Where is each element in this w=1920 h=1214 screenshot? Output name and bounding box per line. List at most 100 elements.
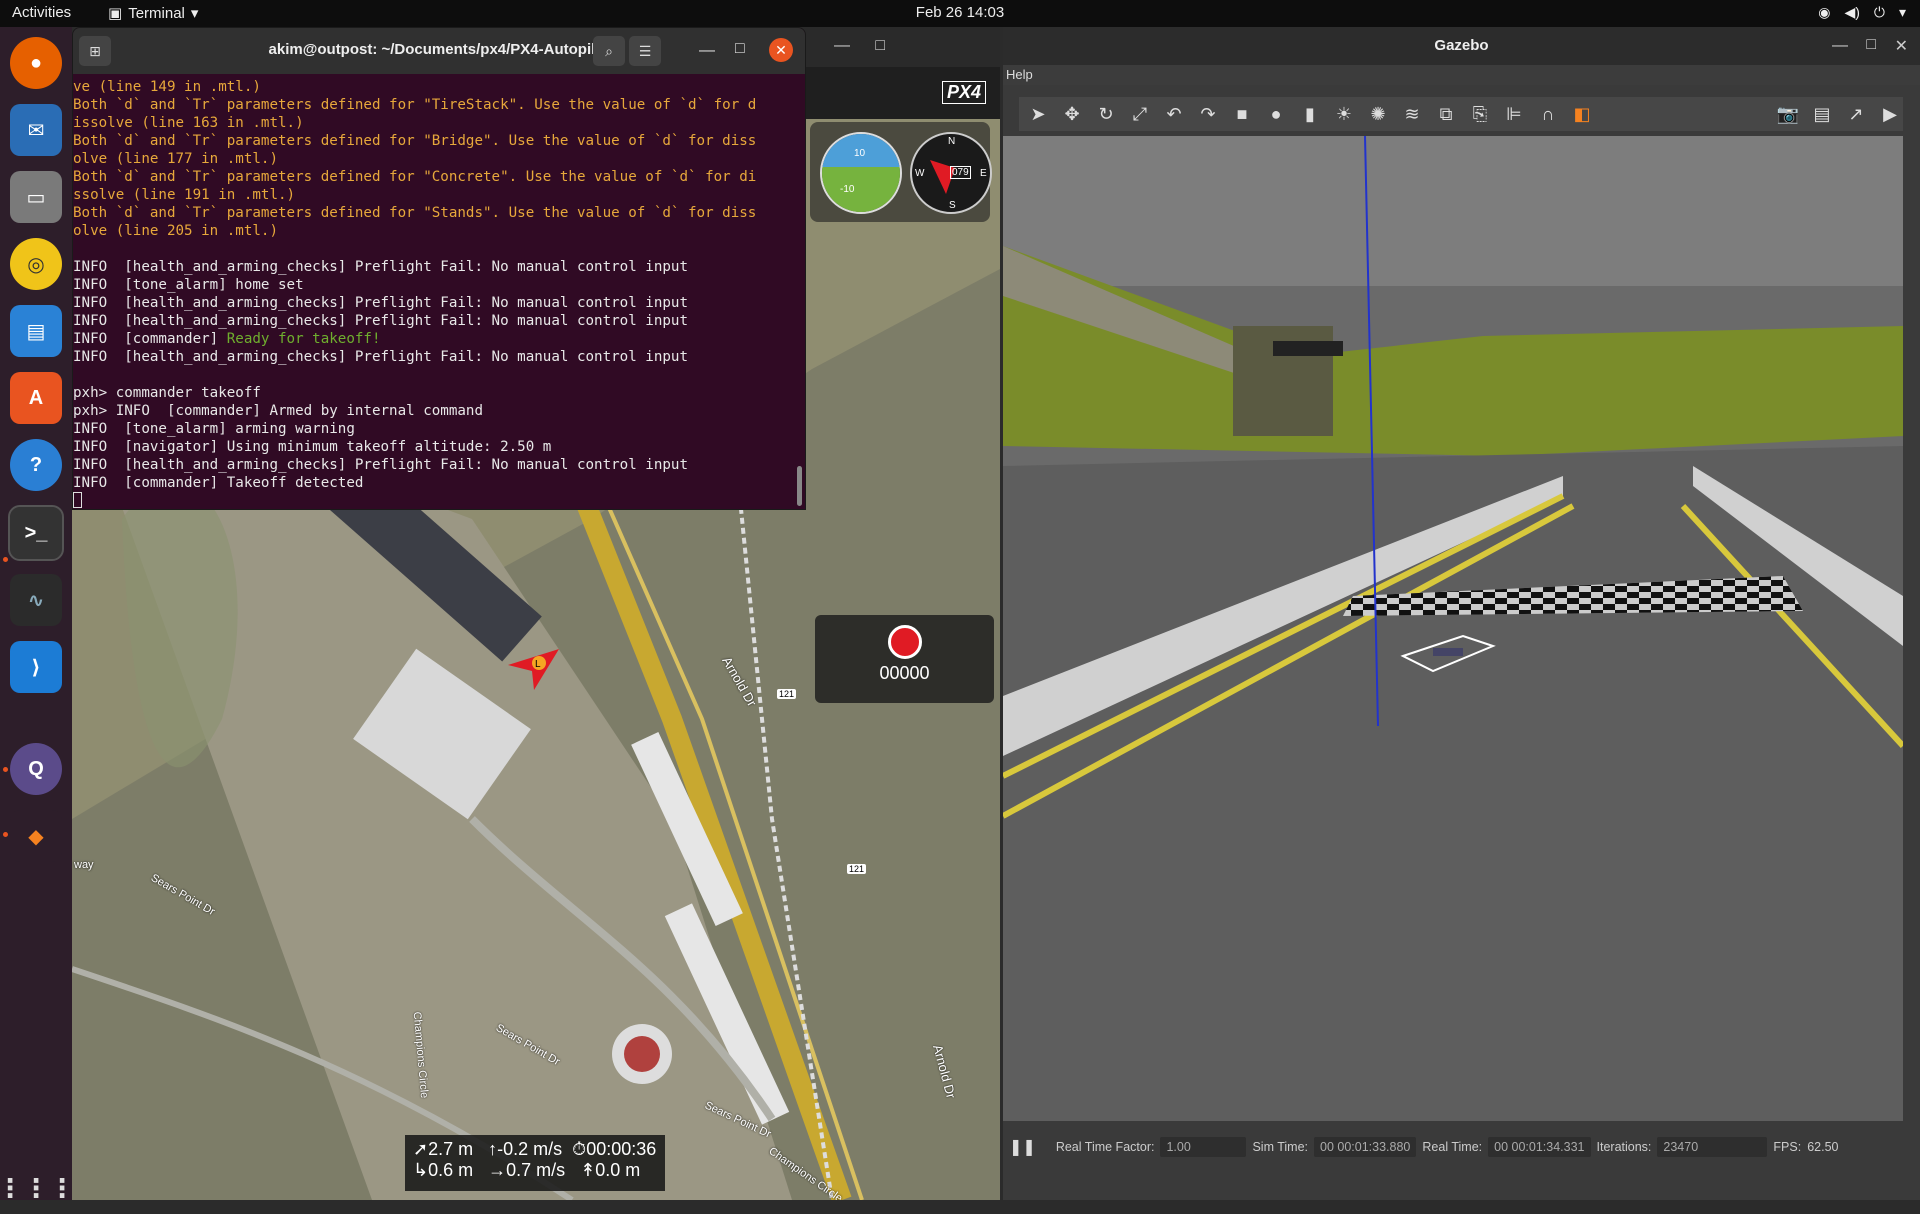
gazebo-toolbar: ➤ ✥ ↻ ⤢ ↶ ↷ ■ ● ▮ ☀ ✺ ≋ ⧉ ⎘ ⊫ ∩ ◧ 📷 ▤ ↗ …: [1019, 97, 1903, 131]
terminal-line: INFO [health_and_arming_checks] Prefligh…: [73, 456, 805, 474]
paste-icon[interactable]: ⎘: [1467, 101, 1493, 127]
chevron-down-icon: ▾: [190, 5, 199, 22]
home-distance-icon: ↟: [580, 1160, 596, 1180]
app-menu-label: Terminal: [128, 4, 185, 22]
record-button[interactable]: [887, 625, 922, 659]
telemetry-bar: ➚2.7 m ↑-0.2 m/s ⏱00:00:36 ↳0.6 m →0.7 m…: [405, 1135, 665, 1191]
vertical-speed-value: -0.2 m/s: [497, 1139, 563, 1159]
attitude-indicator: 10 -10: [820, 132, 902, 214]
distance-icon: ↳: [413, 1160, 429, 1180]
translate-mode-icon[interactable]: ✥: [1059, 101, 1085, 127]
plot-icon[interactable]: ↗: [1843, 101, 1869, 127]
clock[interactable]: Feb 26 14:03: [0, 4, 1920, 21]
terminal-line-text: INFO [health_and_arming_checks] Prefligh…: [73, 349, 688, 365]
spot-light-icon[interactable]: ✺: [1365, 101, 1391, 127]
terminal-line-text: INFO [commander] Takeoff detected: [73, 475, 364, 491]
ground-speed-icon: →: [488, 1160, 507, 1180]
vscode-icon[interactable]: ⟩: [10, 641, 62, 693]
svg-text:L: L: [535, 659, 541, 670]
system-tray[interactable]: ◉ ◀) ⏻ ▾: [1818, 4, 1906, 21]
flight-time-value: 00:00:36: [586, 1139, 657, 1159]
minimize-icon[interactable]: —: [1832, 37, 1848, 55]
real-time-factor-field: 1.00: [1160, 1137, 1247, 1157]
terminal-line: ve (line 149 in .mtl.): [73, 78, 805, 96]
select-mode-icon[interactable]: ➤: [1025, 101, 1051, 127]
vehicle-marker-icon[interactable]: L: [504, 645, 564, 695]
redo-icon[interactable]: ↷: [1195, 101, 1221, 127]
real-time-field: 00 00:01:34.331: [1488, 1137, 1591, 1157]
software-center-icon[interactable]: A: [10, 372, 62, 424]
menu-button[interactable]: ☰: [629, 36, 661, 66]
terminal-line-text: INFO [health_and_arming_checks] Prefligh…: [73, 457, 688, 473]
terminal-line-text: INFO [commander]: [73, 331, 227, 347]
terminal-line: INFO [health_and_arming_checks] Prefligh…: [73, 258, 805, 276]
top-bar: Activities ▣ Terminal ▾ Feb 26 14:03 ◉ ◀…: [0, 0, 1920, 27]
app-menu-terminal[interactable]: ▣ Terminal ▾: [108, 4, 199, 23]
thunderbird-icon[interactable]: ✉: [10, 104, 62, 156]
log-icon[interactable]: ▤: [1809, 101, 1835, 127]
terminal-line-text: INFO [health_and_arming_checks] Prefligh…: [73, 313, 688, 329]
chevron-down-icon: ▾: [1898, 4, 1906, 20]
terminal-line-text: INFO [health_and_arming_checks] Prefligh…: [73, 259, 688, 275]
iterations-field: 23470: [1657, 1137, 1768, 1157]
box-shape-icon[interactable]: ■: [1229, 101, 1255, 127]
terminal-line-text: olve (line 205 in .mtl.): [73, 223, 278, 239]
directional-light-icon[interactable]: ≋: [1399, 101, 1425, 127]
volume-icon: ◀): [1844, 4, 1860, 20]
qgroundcontrol-icon[interactable]: Q: [10, 743, 62, 795]
terminal-line-text: pxh> INFO [commander] Armed by internal …: [73, 403, 483, 419]
terminal-window[interactable]: ⊞ akim@outpost: ~/Documents/px4/PX4-Auto…: [72, 27, 806, 510]
terminal-line-text: olve (line 177 in .mtl.): [73, 151, 278, 167]
rhythmbox-icon[interactable]: ◎: [10, 238, 62, 290]
help-menu[interactable]: Help: [1006, 67, 1033, 82]
sphere-shape-icon[interactable]: ●: [1263, 101, 1289, 127]
gazebo-dock-icon[interactable]: ◆: [10, 810, 62, 862]
scale-mode-icon[interactable]: ⤢: [1127, 101, 1153, 127]
view-angle-icon[interactable]: ◧: [1569, 101, 1595, 127]
activities-button[interactable]: Activities: [12, 4, 71, 21]
terminal-dock-icon[interactable]: >_: [8, 505, 64, 561]
altitude-value: 2.7 m: [428, 1139, 474, 1159]
gazebo-statusbar: ❚❚ Real Time Factor: 1.00 Sim Time: 00 0…: [1003, 1130, 1903, 1164]
close-button[interactable]: ✕: [769, 38, 793, 62]
terminal-status-highlight: Ready for takeoff!: [226, 331, 381, 347]
gazebo-3d-viewport[interactable]: [1003, 136, 1903, 1121]
minimize-icon[interactable]: —: [834, 37, 850, 55]
screenshot-icon[interactable]: 📷: [1775, 101, 1801, 127]
align-icon[interactable]: ⊫: [1501, 101, 1527, 127]
terminal-line: pxh> INFO [commander] Armed by internal …: [73, 402, 805, 420]
minimize-button[interactable]: —: [699, 42, 715, 60]
close-icon[interactable]: ✕: [1895, 36, 1908, 56]
libreoffice-writer-icon[interactable]: ▤: [10, 305, 62, 357]
point-light-icon[interactable]: ☀: [1331, 101, 1357, 127]
copy-icon[interactable]: ⧉: [1433, 101, 1459, 127]
show-apps-icon[interactable]: ⋮⋮⋮: [0, 1162, 75, 1214]
help-icon[interactable]: ?: [10, 439, 62, 491]
maximize-button[interactable]: □: [735, 40, 745, 58]
terminal-line: issolve (line 163 in .mtl.): [73, 114, 805, 132]
rotate-mode-icon[interactable]: ↻: [1093, 101, 1119, 127]
search-button[interactable]: ⌕: [593, 36, 625, 66]
dock: ● ✉ ▭ ◎ ▤ A ? >_ ∿ ⟩ Q ◆ ⋮⋮⋮: [0, 27, 75, 1203]
terminal-output[interactable]: ve (line 149 in .mtl.) Both `d` and `Tr` …: [73, 74, 805, 509]
video-record-icon[interactable]: ▶: [1877, 101, 1903, 127]
undo-icon[interactable]: ↶: [1161, 101, 1187, 127]
maximize-icon[interactable]: □: [1866, 36, 1876, 54]
heading-readout: 079: [950, 166, 971, 179]
snap-icon[interactable]: ∩: [1535, 101, 1561, 127]
firefox-icon[interactable]: ●: [10, 37, 62, 89]
terminal-scrollbar[interactable]: [797, 466, 802, 506]
pause-icon[interactable]: ❚❚: [1009, 1137, 1036, 1157]
maximize-icon[interactable]: □: [875, 37, 885, 55]
road-label: way: [74, 859, 94, 871]
cylinder-shape-icon[interactable]: ▮: [1297, 101, 1323, 127]
terminal-line-text: ssolve (line 191 in .mtl.): [73, 187, 296, 203]
px4-logo: PX4: [941, 81, 986, 104]
files-icon[interactable]: ▭: [10, 171, 62, 223]
system-monitor-icon[interactable]: ∿: [10, 574, 62, 626]
terminal-line-text: INFO [tone_alarm] home set: [73, 277, 304, 293]
terminal-icon: ▣: [108, 5, 123, 22]
terminal-line: olve (line 177 in .mtl.): [73, 150, 805, 168]
terminal-line-text: INFO [tone_alarm] arming warning: [73, 421, 355, 437]
